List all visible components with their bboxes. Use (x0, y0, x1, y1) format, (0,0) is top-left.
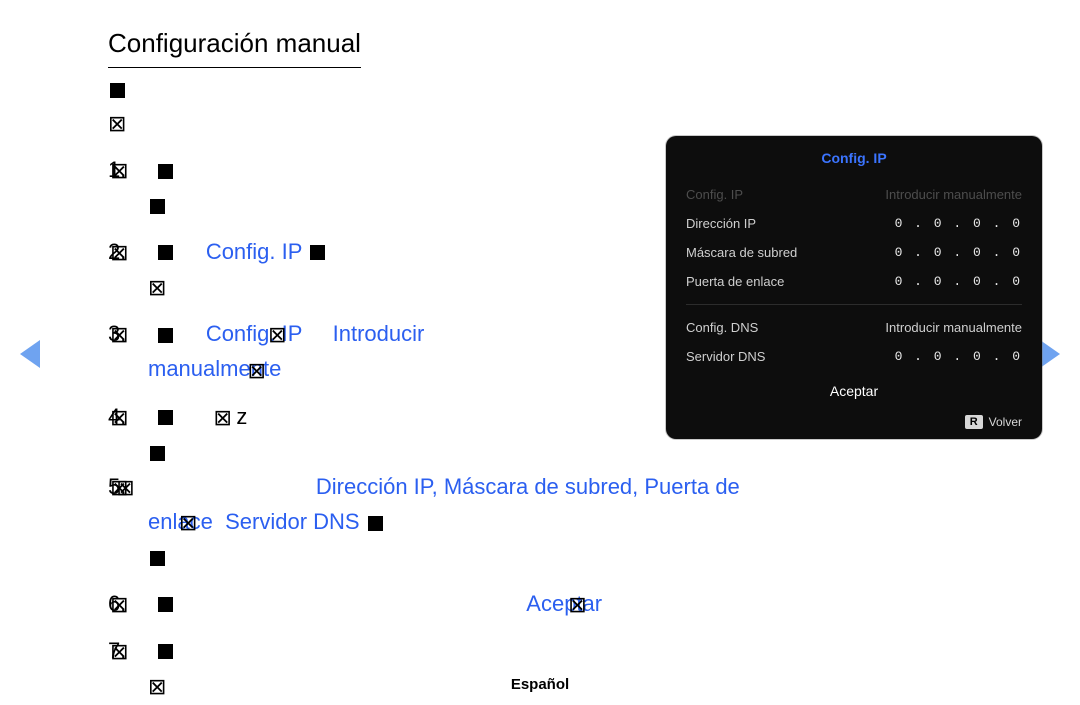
nav-prev-arrow[interactable] (20, 340, 40, 368)
step-3: 3. ⊠ Config. IP ⊠ Introducir manualmente… (108, 317, 668, 387)
panel-row-config-dns[interactable]: Config. DNS Introducir manualmente (686, 313, 1022, 342)
step-5-highlight-a: Dirección IP, Máscara de subred, Puerta … (316, 474, 740, 499)
step-1: 1. ⊠ (108, 153, 668, 222)
panel-value-dns: 0 . 0 . 0 . 0 (895, 349, 1022, 364)
text-glyph (158, 644, 173, 659)
instructions-block: ⊠ 1. ⊠ 2. ⊠ Config. IP ⊠ 3. ⊠ Config. IP… (108, 72, 668, 469)
panel-row-config-ip[interactable]: Config. IP Introducir manualmente (686, 180, 1022, 209)
language-footer: Español (0, 676, 1080, 693)
step-5-highlight-c: Servidor DNS (225, 509, 359, 534)
panel-row-gateway[interactable]: Puerta de enlace 0 . 0 . 0 . 0 (686, 267, 1022, 296)
panel-back-label[interactable]: Volver (989, 415, 1022, 429)
step-5: 5. ⊠ ⊠ Dirección IP, Máscara de subred, … (108, 470, 978, 575)
steps-list: 1. ⊠ 2. ⊠ Config. IP ⊠ 3. ⊠ Config. IP ⊠… (108, 153, 668, 469)
paragraph-glyph (110, 83, 125, 98)
panel-value-config-ip: Introducir manualmente (885, 187, 1022, 202)
panel-label-mask: Máscara de subred (686, 245, 797, 260)
panel-value-gateway: 0 . 0 . 0 . 0 (895, 274, 1022, 289)
panel-label-dns: Servidor DNS (686, 349, 765, 364)
text-glyph (158, 597, 173, 612)
nav-next-arrow[interactable] (1040, 340, 1060, 368)
return-key-badge: R (965, 415, 983, 429)
panel-value-ip: 0 . 0 . 0 . 0 (895, 216, 1022, 231)
text-glyph (158, 328, 173, 343)
text-glyph (368, 516, 383, 531)
text-glyph (158, 410, 173, 425)
panel-label-gateway: Puerta de enlace (686, 274, 784, 289)
panel-label-ip: Dirección IP (686, 216, 756, 231)
panel-accept-button[interactable]: Aceptar (686, 371, 1022, 405)
panel-row-ip[interactable]: Dirección IP 0 . 0 . 0 . 0 (686, 209, 1022, 238)
step-4-letter: z (236, 404, 247, 429)
text-glyph (150, 199, 165, 214)
step-3-highlight-a: Config. IP (206, 321, 302, 346)
step-6: 6. ⊠ Aceptar ⊠ (108, 587, 978, 622)
panel-footer: R Volver (686, 405, 1022, 429)
panel-label-config-dns: Config. DNS (686, 320, 758, 335)
text-glyph (158, 245, 173, 260)
panel-row-mask[interactable]: Máscara de subred 0 . 0 . 0 . 0 (686, 238, 1022, 267)
panel-divider (686, 304, 1022, 305)
step-7: 7. ⊠ ⊠ (108, 634, 978, 704)
panel-value-config-dns: Introducir manualmente (885, 320, 1022, 335)
panel-value-mask: 0 . 0 . 0 . 0 (895, 245, 1022, 260)
config-ip-panel: Config. IP Config. IP Introducir manualm… (666, 136, 1042, 439)
page-title: Configuración manual (108, 28, 361, 68)
text-glyph (150, 551, 165, 566)
panel-title: Config. IP (686, 150, 1022, 166)
missing-glyph: ⊠ (148, 271, 166, 305)
missing-glyph: ⊠ (108, 107, 126, 141)
step-2-highlight: Config. IP (206, 239, 302, 264)
panel-label-config-ip: Config. IP (686, 187, 743, 202)
step-2: 2. ⊠ Config. IP ⊠ (108, 235, 668, 305)
step-6-highlight: Aceptar (526, 591, 602, 616)
text-glyph (310, 245, 325, 260)
instructions-block-lower: 5. ⊠ ⊠ Dirección IP, Máscara de subred, … (108, 458, 978, 704)
step-3-highlight-b: Introducir (333, 321, 425, 346)
panel-row-dns[interactable]: Servidor DNS 0 . 0 . 0 . 0 (686, 342, 1022, 371)
text-glyph (158, 164, 173, 179)
